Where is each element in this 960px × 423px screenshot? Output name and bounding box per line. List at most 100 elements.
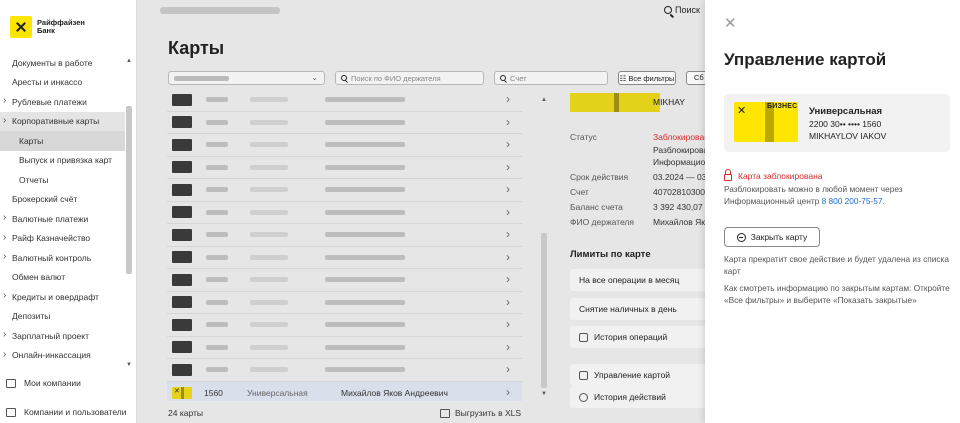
phone-link[interactable]: 8 800 200-75-57: [822, 196, 883, 206]
manage-card-label: Управление картой: [594, 370, 671, 380]
card-status-text: Карта заблокирована: [738, 171, 823, 181]
unlock-info: Разблокировать можно в любой момент чере…: [724, 184, 903, 206]
sidebar-item[interactable]: Депозиты: [0, 307, 125, 327]
account-select-filter[interactable]: ⌄: [168, 71, 325, 85]
account-search-input[interactable]: Счет: [494, 71, 608, 85]
sidebar-item[interactable]: Обмен валют: [0, 268, 125, 288]
chevron-right-icon[interactable]: ›: [506, 137, 510, 151]
global-search-button[interactable]: Поиск: [664, 5, 700, 15]
card-type-blurred: [250, 277, 288, 283]
brand-line-2: Банк: [37, 26, 55, 35]
sidebar-item[interactable]: Кредиты и овердрафт: [0, 287, 125, 307]
card-type-blurred: [250, 322, 288, 328]
table-row[interactable]: ›: [167, 314, 522, 337]
table-row[interactable]: ›: [167, 337, 522, 359]
sidebar-item[interactable]: Аресты и инкассо: [0, 73, 125, 93]
sidebar-item[interactable]: Карты: [0, 131, 125, 151]
history-ops-label: История операций: [594, 332, 668, 342]
sidebar-item[interactable]: Валютный контроль: [0, 248, 125, 268]
chevron-right-icon[interactable]: ›: [506, 340, 510, 354]
table-row[interactable]: ›: [167, 134, 522, 157]
close-icon[interactable]: ✕: [724, 16, 737, 31]
chevron-down-icon: ⌄: [311, 73, 318, 82]
close-card-button[interactable]: Закрыть карту: [724, 227, 820, 247]
list-scroll-thumb[interactable]: [541, 233, 547, 388]
limit-cash-button[interactable]: Снятие наличных в день: [570, 298, 710, 320]
table-row[interactable]: ›: [167, 224, 522, 247]
company-selector-blurred[interactable]: [160, 7, 280, 14]
chevron-right-icon[interactable]: ›: [506, 385, 510, 399]
sidebar-item[interactable]: Выпуск и привязка карт: [0, 151, 125, 171]
table-row[interactable]: ›: [167, 359, 522, 382]
export-xls-button[interactable]: Выгрузить в XLS: [440, 408, 521, 418]
card-type-blurred: [250, 209, 288, 215]
table-row-selected[interactable]: 1560 Универсальная Михайлов Яков Андреевич…: [167, 381, 522, 401]
card-type-blurred: [250, 164, 288, 170]
card-type-blurred: [250, 367, 288, 373]
all-filters-button[interactable]: ☷ Все фильтры: [618, 71, 676, 85]
raiffeisen-logo-icon: [10, 16, 32, 38]
limit-monthly-button[interactable]: На все операции в месяц: [570, 269, 710, 291]
history-actions-button[interactable]: История действий: [570, 386, 710, 408]
card-type-blurred: [250, 187, 288, 193]
close-card-label: Закрыть карту: [750, 232, 808, 242]
sidebar-item[interactable]: Корпоративные карты: [0, 111, 125, 131]
history-ops-button[interactable]: История операций: [570, 326, 710, 348]
table-row[interactable]: ›: [167, 179, 522, 202]
sidebar-item[interactable]: Онлайн-инкассация: [0, 346, 125, 366]
account-search-placeholder: Счет: [510, 73, 527, 83]
chevron-right-icon[interactable]: ›: [506, 115, 510, 129]
detail-value: Информацион: [653, 157, 710, 167]
table-row[interactable]: ›: [167, 89, 522, 112]
chevron-right-icon[interactable]: ›: [506, 205, 510, 219]
bank-logo[interactable]: Райффайзен Банк: [10, 16, 85, 38]
table-row[interactable]: ›: [167, 202, 522, 224]
chevron-right-icon[interactable]: ›: [506, 227, 510, 241]
holder-name-blurred: [325, 367, 405, 373]
chevron-right-icon[interactable]: ›: [506, 160, 510, 174]
sidebar-item[interactable]: Райф Казначейство: [0, 229, 125, 249]
detail-label: Срок действия: [570, 172, 629, 182]
my-companies-link[interactable]: Мои компании: [6, 378, 81, 388]
detail-value: 40702810300: [653, 187, 706, 197]
sidebar-item[interactable]: Зарплатный проект: [0, 326, 125, 346]
sidebar-item[interactable]: Рублевые платежи: [0, 92, 125, 112]
list-scrollbar[interactable]: ▲ ▼: [539, 97, 548, 397]
sidebar-item[interactable]: Документы в работе: [0, 53, 125, 73]
sidebar-scrollbar[interactable]: ▲ ▼: [125, 56, 133, 368]
card-type: Универсальная: [247, 387, 308, 398]
chevron-right-icon[interactable]: ›: [506, 92, 510, 106]
card-number: 1560: [204, 387, 223, 398]
card-image: [570, 93, 660, 112]
holder-name-blurred: [325, 254, 405, 260]
close-note: Карта прекратит свое действие и будет уд…: [724, 254, 949, 276]
sidebar-item[interactable]: Брокерский счёт: [0, 190, 125, 210]
sidebar-scroll-thumb[interactable]: [126, 106, 132, 274]
sidebar-item[interactable]: Отчеты: [0, 170, 125, 190]
scroll-up-arrow-icon[interactable]: ▲: [126, 58, 132, 64]
scroll-down-arrow-icon[interactable]: ▼: [541, 391, 547, 397]
table-row[interactable]: ›: [167, 247, 522, 269]
card-number-blurred: [206, 187, 228, 193]
card-number-blurred: [206, 322, 228, 328]
chevron-right-icon[interactable]: ›: [506, 250, 510, 264]
sidebar-item[interactable]: Валютные платежи: [0, 209, 125, 229]
chevron-right-icon[interactable]: ›: [506, 295, 510, 309]
table-row[interactable]: ›: [167, 157, 522, 179]
scroll-up-arrow-icon[interactable]: ▲: [541, 97, 547, 103]
chevron-right-icon[interactable]: ›: [506, 317, 510, 331]
chevron-right-icon[interactable]: ›: [506, 272, 510, 286]
scroll-down-arrow-icon[interactable]: ▼: [126, 362, 132, 368]
card-thumbnail-blurred: [172, 341, 192, 354]
table-row[interactable]: ›: [167, 269, 522, 292]
chevron-right-icon[interactable]: ›: [506, 362, 510, 376]
cards-list: › › › › › › › › › › › › › 1560 Универсальная Михайлов Я…: [167, 89, 522, 401]
chevron-right-icon[interactable]: ›: [506, 182, 510, 196]
raiffeisen-logo-icon: ✕: [737, 105, 747, 117]
table-row[interactable]: ›: [167, 292, 522, 314]
holder-search-input[interactable]: Поиск по ФИО держателя: [335, 71, 484, 85]
holder-name-blurred: [325, 299, 405, 305]
table-row[interactable]: ›: [167, 112, 522, 134]
manage-card-button[interactable]: Управление картой: [570, 364, 710, 386]
companies-users-link[interactable]: Компании и пользователи: [6, 407, 127, 417]
